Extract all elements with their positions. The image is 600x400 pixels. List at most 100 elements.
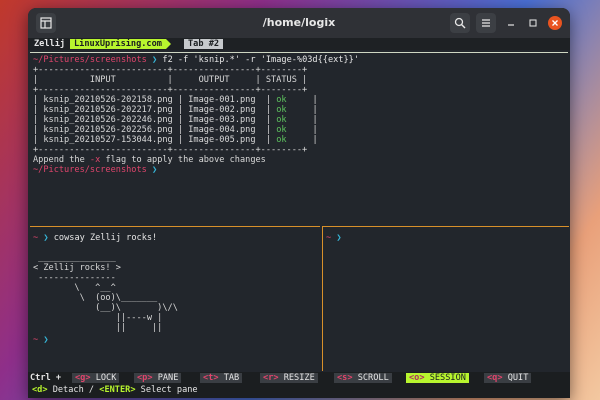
prompt-path: ~/Pictures/screenshots — [33, 165, 147, 175]
prompt-line-2: ~ ❯ — [33, 335, 49, 345]
prompt-path: ~ — [33, 335, 39, 345]
quit-key: <q> — [487, 373, 503, 383]
resize-key: <r> — [263, 373, 279, 383]
enter-key: <ENTER> — [99, 385, 136, 395]
top-pane[interactable]: ~/Pictures/screenshots ❯ f2 -f 'ksnip.*'… — [30, 52, 568, 225]
row-status: ok — [276, 95, 287, 105]
row-output: Image-004.png — [188, 125, 256, 135]
resize-mode-button[interactable]: <r> RESIZE — [260, 373, 318, 383]
row-input: ksnip_20210526-202217.png — [43, 105, 173, 115]
tab-label: TAB — [218, 373, 240, 383]
menu-button[interactable] — [476, 13, 496, 33]
quit-label: QUIT — [502, 373, 529, 383]
row-output: Image-003.png — [188, 115, 256, 125]
search-button[interactable] — [450, 13, 470, 33]
close-icon — [552, 20, 558, 26]
resize-label: RESIZE — [278, 373, 315, 383]
maximize-icon — [529, 19, 537, 27]
search-icon — [454, 17, 466, 29]
prompt-arrow-icon: ❯ — [152, 55, 158, 65]
pane-mode-button[interactable]: <p> PANE — [134, 373, 182, 383]
session-mode-button[interactable]: <o> SESSION — [406, 373, 469, 383]
prompt-arrow-icon: ❯ — [43, 233, 49, 243]
minimize-button[interactable] — [504, 16, 518, 30]
prompt-line-2: ~/Pictures/screenshots ❯ — [33, 165, 157, 175]
cowsay-line: ||----w | — [33, 313, 163, 323]
row-status: ok — [276, 135, 287, 145]
append-text-after: flag to apply the above changes — [100, 155, 266, 165]
minimize-icon — [508, 24, 514, 26]
detach-key: <d> — [32, 385, 48, 395]
table-row: | ksnip_20210526-202217.png | Image-002.… — [33, 105, 318, 115]
tab-key: <t> — [203, 373, 219, 383]
pane-key: <p> — [137, 373, 153, 383]
lock-key: <g> — [75, 373, 91, 383]
scroll-label: SCROLL — [352, 373, 389, 383]
cowsay-line: \ ^__^ — [33, 283, 116, 293]
cowsay-line: < Zellij rocks! > — [33, 263, 121, 273]
terminal-window: /home/logix Zellij LinuxUprising.com Tab… — [28, 8, 570, 398]
append-message: Append the -x flag to apply the above ch… — [33, 155, 266, 165]
cowsay-line: --------------- — [33, 273, 116, 283]
row-input: ksnip_20210526-202256.png — [43, 125, 173, 135]
prompt-path: ~ — [326, 233, 332, 243]
row-status: ok — [276, 115, 287, 125]
cowsay-line: _______________ — [33, 253, 116, 263]
table-border-mid: +-------------------------+-------------… — [33, 85, 308, 95]
prompt-arrow-icon: ❯ — [152, 165, 158, 175]
append-text-before: Append the — [33, 155, 90, 165]
quit-button[interactable]: <q> QUIT — [484, 373, 532, 383]
scroll-mode-button[interactable]: <s> SCROLL — [334, 373, 392, 383]
row-input: ksnip_20210527-153044.png — [43, 135, 173, 145]
bottom-left-pane[interactable]: ~ ❯ cowsay Zellij rocks! _______________… — [30, 226, 320, 371]
hint-bar: <d> Detach / <ENTER> Select pane — [28, 384, 570, 398]
detach-label: Detach / — [47, 385, 100, 395]
table-border-top: +-------------------------+-------------… — [33, 65, 308, 75]
row-output: Image-002.png — [188, 105, 256, 115]
session-name: Zellij — [34, 39, 66, 49]
session-label: SESSION — [424, 373, 466, 383]
ctrl-label: Ctrl + — [30, 373, 62, 383]
prompt-path: ~ — [33, 233, 39, 243]
tab-2[interactable]: Tab #2 — [184, 39, 224, 49]
zellij-tab-bar: Zellij LinuxUprising.com Tab #2 — [28, 38, 570, 50]
hint-text: <d> Detach / <ENTER> Select pane — [32, 385, 198, 395]
prompt-arrow-icon: ❯ — [336, 233, 342, 243]
tab-linuxuprising[interactable]: LinuxUprising.com — [70, 39, 171, 49]
prompt-line: ~ ❯ — [326, 233, 342, 243]
row-output: Image-001.png — [188, 95, 256, 105]
table-row: | ksnip_20210526-202256.png | Image-004.… — [33, 125, 318, 135]
cowsay-line: (__)\ )\/\ — [33, 303, 178, 313]
lock-label: LOCK — [90, 373, 117, 383]
bottom-right-pane[interactable]: ~ ❯ — [322, 226, 569, 371]
lock-mode-button[interactable]: <g> LOCK — [72, 373, 120, 383]
prompt-line: ~ ❯ cowsay Zellij rocks! — [33, 233, 157, 243]
cowsay-line: || || — [33, 323, 163, 333]
table-row: | ksnip_20210526-202246.png | Image-003.… — [33, 115, 318, 125]
prompt-line: ~/Pictures/screenshots ❯ f2 -f 'ksnip.*'… — [33, 55, 359, 65]
row-status: ok — [276, 125, 287, 135]
session-key: <o> — [409, 373, 425, 383]
table-row: | ksnip_20210526-202158.png | Image-001.… — [33, 95, 318, 105]
table-header: | INPUT | OUTPUT | STATUS | — [33, 75, 308, 85]
close-button[interactable] — [548, 16, 562, 30]
command-text: f2 -f 'ksnip.*' -r 'Image-%03d{{ext}}' — [162, 55, 359, 65]
append-flag: -x — [89, 155, 101, 165]
select-pane-label: Select pane — [135, 385, 198, 395]
hamburger-icon — [482, 19, 490, 27]
pane-label: PANE — [152, 373, 179, 383]
zellij-status-bar: Ctrl + <g> LOCK <p> PANE <t> TAB <r> RES… — [28, 372, 570, 384]
prompt-path: ~/Pictures/screenshots — [33, 55, 147, 65]
maximize-button[interactable] — [526, 16, 540, 30]
row-input: ksnip_20210526-202246.png — [43, 115, 173, 125]
row-output: Image-005.png — [188, 135, 256, 145]
title-bar: /home/logix — [28, 8, 570, 38]
cowsay-line: \ (oo)\_______ — [33, 293, 158, 303]
table-row: | ksnip_20210527-153044.png | Image-005.… — [33, 135, 318, 145]
scroll-key: <s> — [337, 373, 353, 383]
row-input: ksnip_20210526-202158.png — [43, 95, 173, 105]
command-text: cowsay Zellij rocks! — [53, 233, 158, 243]
tab-mode-button[interactable]: <t> TAB — [200, 373, 243, 383]
prompt-arrow-icon: ❯ — [43, 335, 49, 345]
row-status: ok — [276, 105, 287, 115]
